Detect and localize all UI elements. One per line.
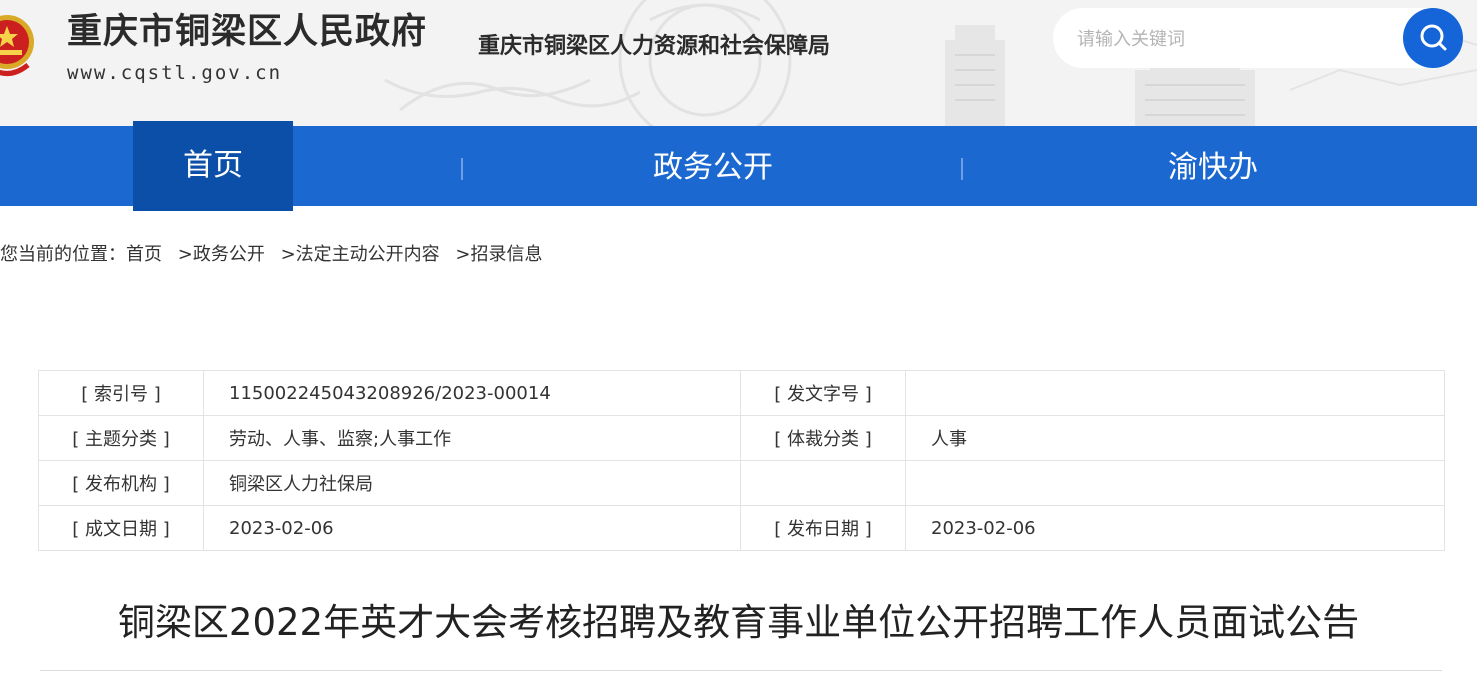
breadcrumb-link-government-affairs[interactable]: 政务公开 bbox=[193, 244, 265, 265]
info-label-empty bbox=[740, 460, 906, 506]
nav-item-home[interactable]: 首页 bbox=[133, 121, 293, 211]
info-value-document-number bbox=[905, 370, 1445, 416]
search-input[interactable] bbox=[1075, 18, 1389, 60]
info-value-empty bbox=[905, 460, 1445, 506]
search-button[interactable] bbox=[1403, 8, 1463, 68]
national-emblem-icon bbox=[0, 15, 34, 76]
nav-item-government-affairs[interactable]: 政务公开 bbox=[613, 126, 813, 206]
info-label-index-number: [ 索引号 ] bbox=[38, 370, 204, 416]
info-label-publish-date: [ 发布日期 ] bbox=[740, 505, 906, 551]
document-info-table: [ 索引号 ] 115002245043208926/2023-00014 [ … bbox=[38, 370, 1445, 551]
info-value-written-date: 2023-02-06 bbox=[203, 505, 741, 551]
table-row: [ 发布机构 ] 铜梁区人力社保局 bbox=[38, 460, 1445, 506]
info-label-publishing-agency: [ 发布机构 ] bbox=[38, 460, 204, 506]
search-box bbox=[1053, 8, 1463, 68]
info-value-publishing-agency: 铜梁区人力社保局 bbox=[203, 460, 741, 506]
site-url: www.cqstl.gov.cn bbox=[67, 62, 283, 84]
table-row: [ 主题分类 ] 劳动、人事、监察;人事工作 [ 体裁分类 ] 人事 bbox=[38, 415, 1445, 461]
breadcrumb-link-home[interactable]: 首页 bbox=[126, 244, 162, 265]
nav-separator bbox=[961, 158, 963, 180]
breadcrumb-link-recruitment-info[interactable]: 招录信息 bbox=[470, 244, 542, 265]
breadcrumb-separator: > bbox=[177, 244, 193, 265]
info-value-genre-category: 人事 bbox=[905, 415, 1445, 461]
info-value-subject-category: 劳动、人事、监察;人事工作 bbox=[203, 415, 741, 461]
table-row: [ 成文日期 ] 2023-02-06 [ 发布日期 ] 2023-02-06 bbox=[38, 505, 1445, 551]
article-title: 铜梁区2022年英才大会考核招聘及教育事业单位公开招聘工作人员面试公告 bbox=[117, 601, 1360, 644]
table-row: [ 索引号 ] 115002245043208926/2023-00014 [ … bbox=[38, 370, 1445, 416]
info-label-subject-category: [ 主题分类 ] bbox=[38, 415, 204, 461]
site-header: 重庆市铜梁区人民政府 www.cqstl.gov.cn 重庆市铜梁区人力资源和社… bbox=[0, 0, 1477, 126]
info-label-document-number: [ 发文字号 ] bbox=[740, 370, 906, 416]
info-label-genre-category: [ 体裁分类 ] bbox=[740, 415, 906, 461]
breadcrumb-separator: > bbox=[280, 244, 296, 265]
breadcrumb-prefix: 您当前的位置： bbox=[0, 244, 126, 265]
info-label-written-date: [ 成文日期 ] bbox=[38, 505, 204, 551]
breadcrumb: 您当前的位置：首页 >政务公开 >法定主动公开内容 >招录信息 bbox=[0, 242, 542, 268]
breadcrumb-link-statutory-disclosure[interactable]: 法定主动公开内容 bbox=[296, 244, 440, 265]
breadcrumb-separator: > bbox=[455, 244, 471, 265]
main-nav: 首页 政务公开 渝快办 bbox=[0, 121, 1477, 211]
info-value-publish-date: 2023-02-06 bbox=[905, 505, 1445, 551]
search-icon bbox=[1420, 24, 1447, 51]
site-title: 重庆市铜梁区人民政府 bbox=[67, 12, 428, 52]
department-name: 重庆市铜梁区人力资源和社会保障局 bbox=[478, 34, 831, 59]
info-value-index-number: 115002245043208926/2023-00014 bbox=[203, 370, 741, 416]
nav-item-yukuaiban[interactable]: 渝快办 bbox=[1133, 126, 1293, 206]
nav-separator bbox=[461, 158, 463, 180]
title-divider bbox=[40, 670, 1442, 671]
